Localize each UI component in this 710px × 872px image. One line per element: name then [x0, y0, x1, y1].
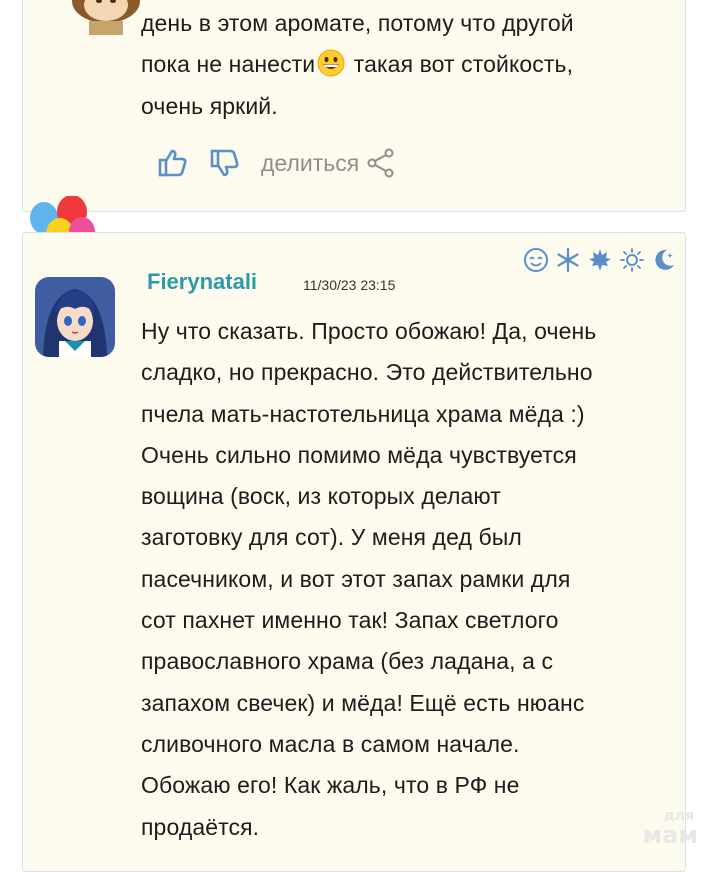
thumbs-down-icon[interactable] [209, 147, 241, 179]
snowflake-icon [557, 247, 579, 273]
share-icon [367, 148, 394, 178]
review-card: Fierynatali 11/30/23 23:15 Ну что сказат… [22, 232, 686, 872]
username-link[interactable]: Fierynatali [147, 269, 257, 295]
user-avatar-partial[interactable] [61, 0, 151, 35]
site-watermark: для мам [642, 808, 698, 849]
share-button[interactable]: делиться [261, 148, 395, 178]
mood-icons [523, 247, 677, 273]
review-card-previous: день в этом аромате, потому что другой п… [22, 0, 686, 212]
grinning-face-icon [317, 49, 345, 77]
review-actions: делиться [157, 143, 395, 183]
review-text: Ну что сказать. Просто обожаю! Да, очень… [141, 318, 597, 840]
maple-leaf-icon [589, 249, 611, 271]
sun-icon [620, 248, 644, 272]
smile-face-icon [524, 248, 548, 272]
user-avatar[interactable] [35, 277, 115, 357]
review-timestamp: 11/30/23 23:15 [303, 277, 396, 293]
share-label: делиться [261, 149, 360, 176]
thumbs-up-icon[interactable] [157, 147, 189, 179]
moon-star-icon [655, 249, 674, 270]
review-text-previous: день в этом аромате, потому что другой п… [141, 10, 574, 119]
